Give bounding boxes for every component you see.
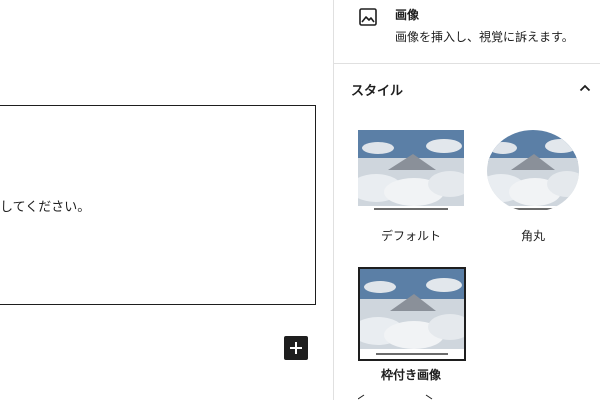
mountain-clouds-image	[487, 130, 579, 212]
partial-next-control	[358, 394, 433, 400]
style-label-default: デフォルト	[380, 229, 441, 243]
styles-panel-toggle[interactable]: スタイル	[334, 64, 600, 112]
chevron-up-icon	[579, 84, 591, 92]
block-title: 画像	[395, 8, 420, 22]
block-description: 画像を挿入し、視覚に訴えます。	[395, 30, 574, 44]
style-preview-rounded	[487, 130, 579, 212]
add-block-button[interactable]	[284, 336, 308, 360]
styles-panel-title: スタイル	[351, 84, 404, 99]
editor-canvas: してください。	[0, 0, 333, 400]
block-card: 画像 画像を挿入し、視覚に訴えます。	[334, 0, 600, 64]
style-label-framed: 枠付き画像	[380, 368, 441, 382]
style-option-framed[interactable]: 枠付き画像	[358, 267, 466, 385]
style-option-default[interactable]: デフォルト	[358, 130, 466, 248]
style-preview-default	[358, 130, 464, 212]
style-option-rounded[interactable]: 角丸	[487, 130, 595, 248]
style-preview-framed	[358, 267, 466, 361]
style-label-rounded: 角丸	[520, 229, 545, 243]
placeholder-instructions: してください。	[0, 200, 91, 215]
mountain-clouds-image	[358, 130, 464, 212]
mountain-clouds-image	[360, 269, 464, 359]
plus-icon	[290, 342, 302, 354]
image-icon	[359, 8, 377, 26]
block-settings-sidebar: 画像 画像を挿入し、視覚に訴えます。 スタイル デフォルト 角丸 枠付き画像	[333, 0, 600, 400]
